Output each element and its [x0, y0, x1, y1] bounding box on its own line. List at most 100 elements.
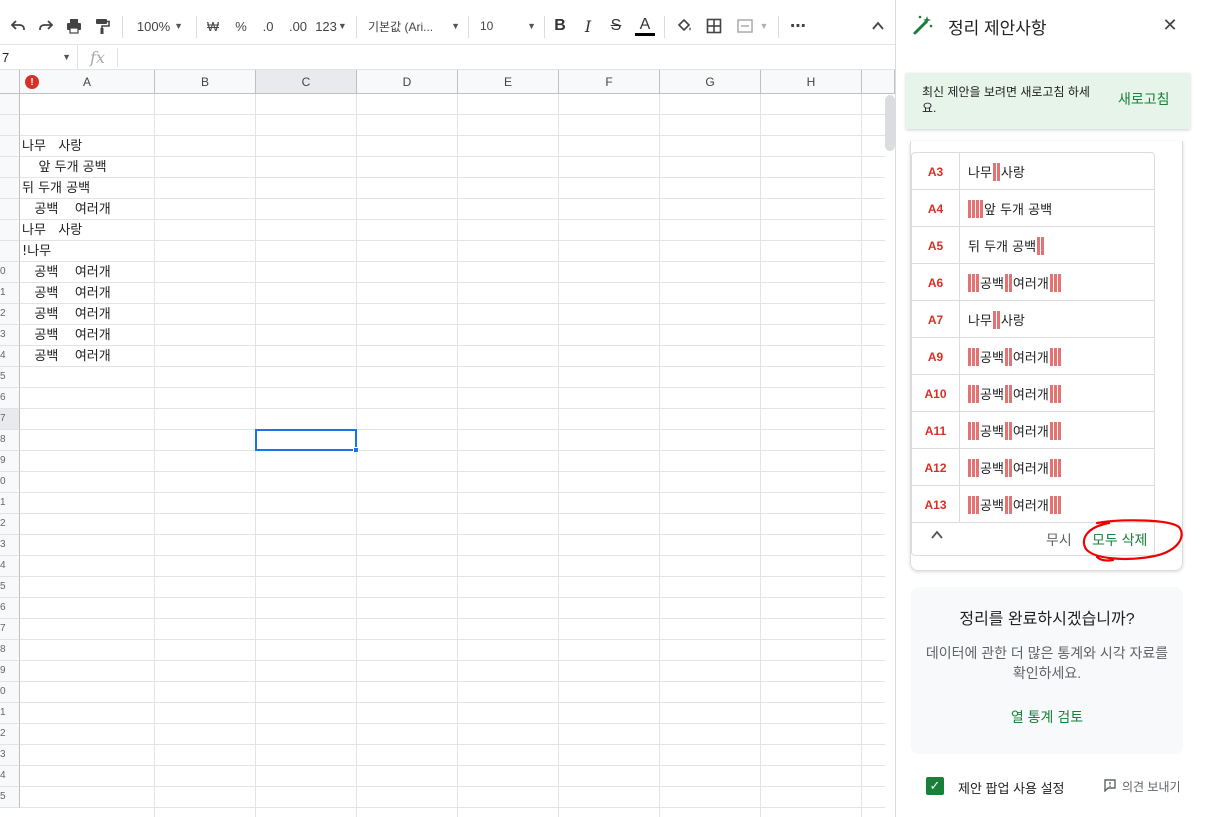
bold-button[interactable]: B: [550, 12, 570, 40]
row-header[interactable]: 3: [0, 325, 20, 346]
decrease-decimal-button[interactable]: .0: [256, 12, 280, 40]
fill-color-icon[interactable]: [672, 12, 696, 40]
cell-a8[interactable]: !나무: [22, 241, 51, 262]
column-header-g[interactable]: G: [660, 70, 761, 94]
strikethrough-button[interactable]: S: [606, 12, 626, 40]
vertical-scrollbar[interactable]: [885, 95, 895, 151]
increase-decimal-button[interactable]: .00: [284, 12, 312, 40]
row-header[interactable]: [0, 178, 20, 199]
row-header[interactable]: 4: [0, 556, 20, 577]
row-header[interactable]: 5: [0, 577, 20, 598]
selected-cell[interactable]: [255, 429, 357, 451]
suggestion-row[interactable]: A3 나무 사랑: [912, 153, 1154, 190]
row-header[interactable]: [0, 94, 20, 115]
redo-icon[interactable]: [34, 12, 58, 40]
cell-a3[interactable]: 나무 사랑: [22, 136, 82, 157]
suggestion-row[interactable]: A5 뒤 두개 공백: [912, 227, 1154, 264]
name-box[interactable]: 7 ▼: [0, 45, 78, 69]
row-header[interactable]: 3: [0, 535, 20, 556]
row-header[interactable]: 0: [0, 682, 20, 703]
cell-a6[interactable]: 공백 여러개: [22, 199, 123, 220]
feedback-icon[interactable]: [1103, 778, 1117, 793]
borders-icon[interactable]: [702, 12, 726, 40]
text-color-button[interactable]: A: [634, 12, 656, 40]
number-format-select[interactable]: 123 ▼: [313, 12, 349, 40]
row-header[interactable]: 0: [0, 472, 20, 493]
error-indicator-icon[interactable]: !: [25, 75, 39, 89]
row-header[interactable]: 6: [0, 598, 20, 619]
popup-setting-checkbox[interactable]: ✓: [926, 777, 944, 795]
cell-a11[interactable]: 공백 여러개: [22, 304, 123, 325]
print-icon[interactable]: [62, 12, 86, 40]
merge-cells-icon[interactable]: ▼: [732, 12, 772, 40]
cell-a13[interactable]: 공백 여러개: [22, 346, 123, 367]
row-header[interactable]: 2: [0, 514, 20, 535]
row-header[interactable]: 1: [0, 283, 20, 304]
zoom-select[interactable]: 100% ▼: [130, 12, 190, 40]
column-header-f[interactable]: F: [559, 70, 660, 94]
column-header-h[interactable]: H: [761, 70, 862, 94]
row-header[interactable]: 8: [0, 640, 20, 661]
row-header[interactable]: [0, 241, 20, 262]
row-header[interactable]: 5: [0, 367, 20, 388]
percent-format-button[interactable]: %: [230, 12, 252, 40]
suggestion-row[interactable]: A7 나무 사랑: [912, 301, 1154, 338]
row-header[interactable]: [0, 157, 20, 178]
row-header[interactable]: 8: [0, 430, 20, 451]
font-select[interactable]: 기본값 (Ari... ▼: [368, 12, 460, 40]
row-header[interactable]: 9: [0, 661, 20, 682]
ignore-button[interactable]: 무시: [1046, 530, 1072, 550]
row-header[interactable]: 1: [0, 703, 20, 724]
currency-format-button[interactable]: ₩: [202, 12, 224, 40]
column-header-b[interactable]: B: [155, 70, 256, 94]
cell-a12[interactable]: 공백 여러개: [22, 325, 123, 346]
suggestion-row[interactable]: A9 공백 여러개: [912, 338, 1154, 375]
more-options-icon[interactable]: ⋯: [786, 12, 810, 40]
select-all-corner[interactable]: [0, 70, 20, 94]
row-header[interactable]: 2: [0, 304, 20, 325]
row-header[interactable]: 6: [0, 388, 20, 409]
cell-a9[interactable]: 공백 여러개: [22, 262, 123, 283]
suggestion-row[interactable]: A10 공백 여러개: [912, 375, 1154, 412]
row-header[interactable]: [0, 220, 20, 241]
row-header[interactable]: [0, 115, 20, 136]
font-size-select[interactable]: 10 ▼: [480, 12, 538, 40]
row-header[interactable]: 2: [0, 724, 20, 745]
row-header[interactable]: 3: [0, 745, 20, 766]
row-header[interactable]: 9: [0, 451, 20, 472]
column-stats-button[interactable]: 열 통계 검토: [911, 707, 1183, 727]
collapse-toolbar-icon[interactable]: [866, 12, 890, 40]
suggestion-row[interactable]: A6 공백 여러개: [912, 264, 1154, 301]
refresh-button[interactable]: 새로고침: [1118, 89, 1170, 109]
column-header-e[interactable]: E: [458, 70, 559, 94]
row-header[interactable]: 7: [0, 409, 20, 430]
italic-button[interactable]: I: [578, 12, 598, 40]
cell-a10[interactable]: 공백 여러개: [22, 283, 123, 304]
row-header[interactable]: 0: [0, 262, 20, 283]
suggestion-row[interactable]: A11 공백 여러개: [912, 412, 1154, 449]
row-header[interactable]: 4: [0, 346, 20, 367]
column-header-a[interactable]: A: [20, 70, 155, 94]
suggestion-row[interactable]: A12 공백 여러개: [912, 449, 1154, 486]
row-header[interactable]: [0, 199, 20, 220]
column-header-c[interactable]: C: [256, 70, 357, 94]
spreadsheet-grid[interactable]: ABCDEFGH ! 01234567890123456789012345 나무…: [0, 70, 895, 817]
chevron-up-icon[interactable]: [930, 528, 944, 547]
undo-icon[interactable]: [6, 12, 30, 40]
cell-a5[interactable]: 뒤 두개 공백: [22, 178, 98, 199]
column-header-d[interactable]: D: [357, 70, 458, 94]
fill-handle[interactable]: [353, 447, 359, 453]
paint-format-icon[interactable]: [90, 12, 114, 40]
column-header-partial[interactable]: [862, 70, 895, 94]
row-header[interactable]: [0, 136, 20, 157]
cell-a7[interactable]: 나무 사랑: [22, 220, 82, 241]
formula-input[interactable]: [118, 45, 895, 69]
suggestion-row[interactable]: A4 앞 두개 공백: [912, 190, 1154, 227]
close-icon[interactable]: ✕: [1159, 14, 1181, 36]
row-header[interactable]: 7: [0, 619, 20, 640]
cell-a4[interactable]: 앞 두개 공백: [22, 157, 107, 178]
row-header[interactable]: 1: [0, 493, 20, 514]
feedback-button[interactable]: 의견 보내기: [1122, 778, 1181, 795]
row-header[interactable]: 4: [0, 766, 20, 787]
row-header[interactable]: 5: [0, 787, 20, 808]
